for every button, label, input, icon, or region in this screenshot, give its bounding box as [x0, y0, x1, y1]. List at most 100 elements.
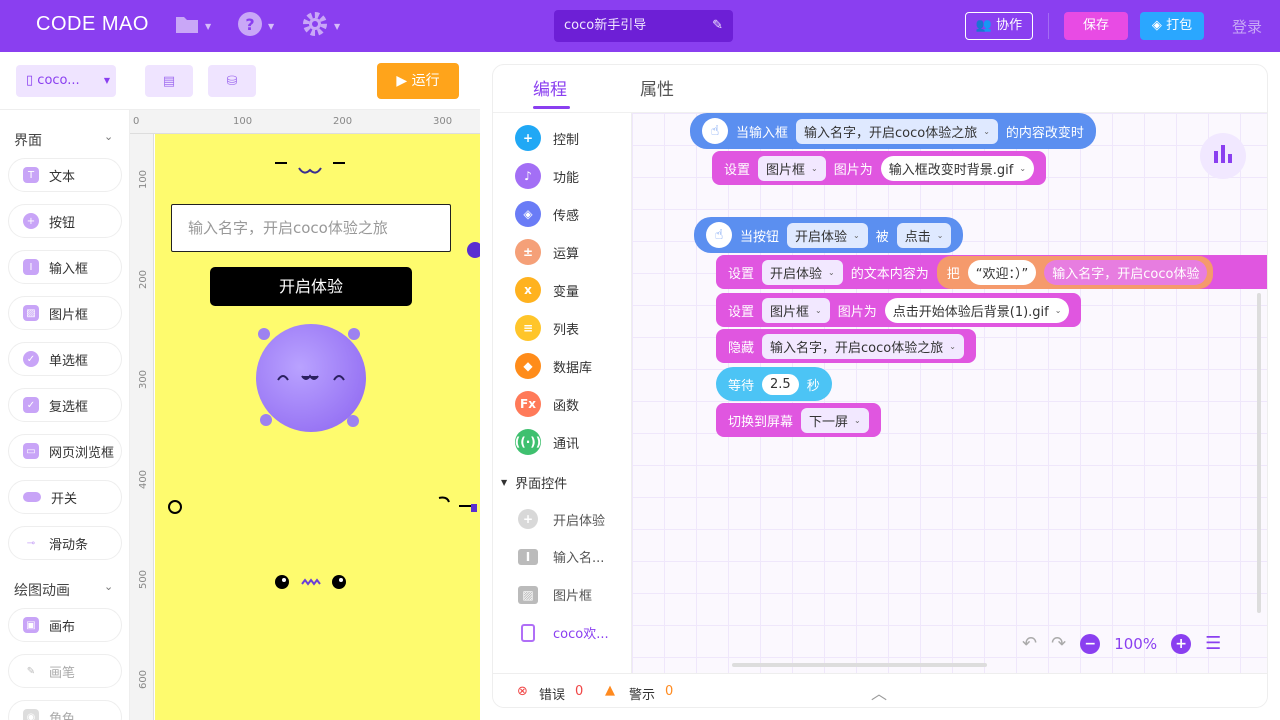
archive-button[interactable]: ▤	[145, 65, 193, 97]
section-draw[interactable]: 绘图动画 ⌄	[14, 580, 113, 600]
section-ui-controls[interactable]: ▼ 界面控件	[501, 473, 567, 492]
hand-icon: ☝	[706, 222, 732, 248]
chevron-up-icon[interactable]: ︿	[871, 680, 887, 704]
widget-panel: 界面 ⌄ T 文本 + 按钮 I 输入框 ▨ 图片框 ✓ 单选框 ✓ 复选框 ▭ 网页浏览框 开…	[0, 110, 130, 720]
file-menu[interactable]: ▼	[175, 13, 211, 39]
category-network[interactable]: ((·)) 通讯	[515, 429, 579, 455]
collab-button[interactable]: 👥 协作	[965, 12, 1033, 40]
chevron-down-icon: ▼	[334, 21, 341, 31]
zoom-in-button[interactable]: +	[1171, 633, 1192, 654]
top-bar: CODE MAO ▼ ? ▼ ▼ coco新手引导 ✎ 👥 协作 保存 ◈ 打包…	[0, 0, 1280, 52]
block-set-image-2[interactable]: 设置 图片框 ⌄ 图片为 点击开始体验后背景(1).gif ⌄	[716, 293, 1082, 327]
block-set-image[interactable]: 设置 图片框 ⌄ 图片为 输入框改变时背景.gif ⌄	[712, 151, 1047, 185]
join-block[interactable]: 把 “欢迎：）” 输入名字，开启coco体验	[936, 255, 1214, 289]
project-name-field[interactable]: coco新手引导 ✎	[554, 10, 733, 42]
dropdown-label: 输入名字，开启coco体验之旅	[804, 125, 978, 141]
layers-button[interactable]: ⛁	[208, 65, 256, 97]
settings-menu[interactable]: ▼	[302, 12, 341, 39]
block-dropdown[interactable]: 点击 ⌄	[896, 222, 952, 248]
section-ui[interactable]: 界面 ⌄	[14, 130, 113, 150]
category-database[interactable]: ◆ 数据库	[515, 353, 592, 379]
block-dropdown[interactable]: 图片框 ⌄	[762, 297, 830, 323]
chevron-down-icon: ▼	[268, 21, 275, 31]
string-input[interactable]: “欢迎：）”	[967, 259, 1037, 285]
category-label: 传感	[553, 208, 580, 224]
image-icon: ▨	[518, 585, 538, 604]
help-menu[interactable]: ? ▼	[238, 12, 275, 39]
block-dropdown[interactable]: 输入框改变时背景.gif ⌄	[880, 155, 1035, 181]
warning-label[interactable]: 警示	[629, 684, 655, 703]
widget-sprite[interactable]: ◉ 角色	[8, 700, 122, 720]
stage-input[interactable]: 输入名字，开启coco体验之旅	[171, 204, 451, 252]
layers-icon: ⛁	[226, 73, 238, 89]
widget-webview[interactable]: ▭ 网页浏览框	[8, 434, 122, 468]
widget-canvas[interactable]: ▣ 画布	[8, 608, 122, 642]
block-dropdown[interactable]: 点击开始体验后背景(1).gif ⌄	[884, 297, 1070, 323]
widget-input[interactable]: I 输入框	[8, 250, 122, 284]
error-label[interactable]: 错误	[539, 684, 565, 703]
widget-pen[interactable]: ✎ 画笔	[8, 654, 122, 688]
category-list[interactable]: ≡ 列表	[515, 315, 579, 341]
block-when-input-change[interactable]: ☝ 当输入框 输入名字，开启coco体验之旅 ⌄ 的内容改变时	[690, 113, 1096, 149]
block-dropdown[interactable]: 图片框 ⌄	[758, 155, 826, 181]
chevron-down-icon: ⌄	[104, 580, 114, 593]
category-control[interactable]: + 控制	[515, 125, 579, 151]
widget-text[interactable]: T 文本	[8, 158, 122, 192]
pack-button[interactable]: ◈ 打包	[1140, 12, 1204, 40]
widget-switch[interactable]: 开关	[8, 480, 122, 514]
ui-item-start[interactable]: + 开启体验	[515, 509, 605, 529]
stage-start-button[interactable]: 开启体验	[210, 267, 412, 306]
wait-seconds-input[interactable]: 2.5	[762, 373, 799, 395]
chevron-down-icon: ⌄	[811, 163, 818, 173]
widget-image[interactable]: ▨ 图片框	[8, 296, 122, 330]
logo[interactable]: CODE MAO	[36, 13, 149, 36]
widget-checkbox[interactable]: ✓ 复选框	[8, 388, 122, 422]
vertical-scrollbar[interactable]	[1257, 293, 1261, 613]
undo-icon[interactable]: ↶	[1022, 633, 1037, 654]
zoom-out-button[interactable]: −	[1080, 633, 1101, 654]
category-sensor[interactable]: ◈ 传感	[515, 201, 579, 227]
align-icon[interactable]: ☰	[1205, 633, 1221, 654]
block-dropdown[interactable]: 输入名字，开启coco体验之旅 ⌄	[796, 118, 998, 144]
category-variable[interactable]: x 变量	[515, 277, 579, 303]
save-button[interactable]: 保存	[1064, 12, 1128, 40]
block-dropdown[interactable]: 开启体验 ⌄	[787, 222, 868, 248]
redo-icon[interactable]: ↷	[1051, 633, 1066, 654]
category-function[interactable]: ♪ 功能	[515, 163, 579, 189]
ruler-tick: 400	[138, 469, 150, 490]
block-dropdown[interactable]: 下一屏 ⌄	[801, 407, 869, 433]
widget-label: 画笔	[49, 665, 76, 681]
tab-properties[interactable]: 属性	[640, 75, 674, 100]
block-switch-screen[interactable]: 切换到屏幕 下一屏 ⌄	[716, 403, 881, 437]
login-link[interactable]: 登录	[1232, 16, 1262, 37]
dropdown-label: 图片框	[766, 162, 806, 178]
block-dropdown[interactable]: 开启体验 ⌄	[762, 259, 843, 285]
dropdown-label: 图片框	[770, 304, 810, 320]
chart-button[interactable]	[1200, 133, 1246, 179]
run-button[interactable]: ▶ 运行	[377, 63, 459, 99]
tab-programming[interactable]: 编程	[533, 75, 567, 100]
block-set-text[interactable]: 设置 开启体验 ⌄ 的文本内容为 把 “欢迎：）” 输入名字，开启coco体验	[716, 255, 1267, 289]
block-when-button-click[interactable]: ☝ 当按钮 开启体验 ⌄ 被 点击 ⌄	[694, 217, 964, 253]
ruler-tick: 200	[138, 269, 150, 290]
block-wait[interactable]: 等待 2.5 秒	[716, 367, 832, 401]
horizontal-scrollbar[interactable]	[732, 663, 987, 667]
edit-icon[interactable]: ✎	[712, 10, 723, 42]
block-text: 等待	[728, 378, 755, 394]
ui-item-input[interactable]: I 输入名...	[515, 547, 604, 566]
widget-button[interactable]: + 按钮	[8, 204, 122, 238]
widget-slider[interactable]: ⊸ 滑动条	[8, 526, 122, 560]
widget-radio[interactable]: ✓ 单选框	[8, 342, 122, 376]
input-value-block[interactable]: 输入名字，开启coco体验	[1044, 259, 1208, 285]
ui-item-image[interactable]: ▨ 图片框	[515, 585, 592, 604]
device-icon: ▯	[26, 73, 34, 88]
block-workspace[interactable]: ☝ 当输入框 输入名字，开启coco体验之旅 ⌄ 的内容改变时 设置 图片框 ⌄ 图…	[632, 113, 1267, 673]
block-hide[interactable]: 隐藏 输入名字，开启coco体验之旅 ⌄	[716, 329, 976, 363]
category-operator[interactable]: ± 运算	[515, 239, 579, 265]
widget-label: 网页浏览框	[49, 445, 115, 461]
ui-item-screen[interactable]: coco欢...	[515, 623, 609, 642]
category-function-def[interactable]: Fx 函数	[515, 391, 579, 417]
block-dropdown[interactable]: 输入名字，开启coco体验之旅 ⌄	[762, 333, 964, 359]
device-select[interactable]: ▯ coco... ▼	[16, 65, 116, 97]
stage-preview[interactable]: 输入名字，开启coco体验之旅 开启体验	[155, 134, 480, 720]
